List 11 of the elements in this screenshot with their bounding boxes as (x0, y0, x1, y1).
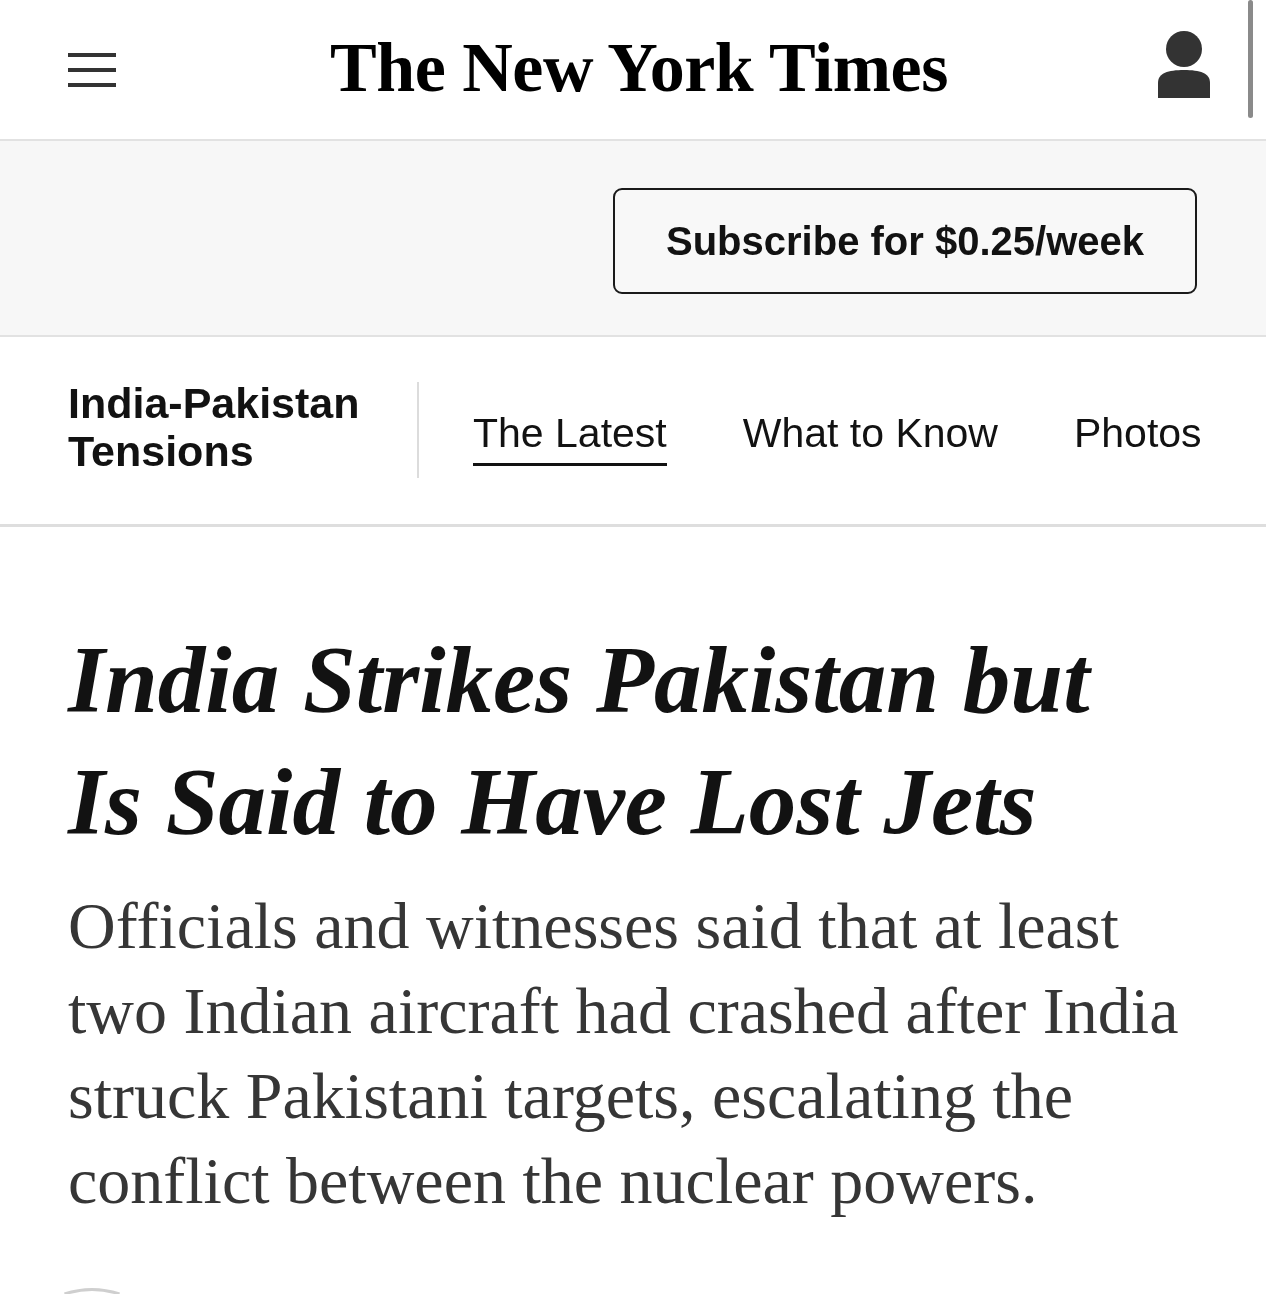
summary: Officials and witnesses said that at least two Indian aircraft had crashed after India struck Pakistani targets, escalating the conflict between the nuclear powers. (68, 888, 1180, 1219)
user-icon[interactable] (1158, 31, 1210, 98)
headline: India Strikes Pakistan but Is Said to Have Lost Jets (68, 626, 1093, 857)
section-tab[interactable]: The Latest (473, 409, 667, 466)
section-tab[interactable]: Photos (1073, 409, 1202, 466)
menu-icon[interactable] (68, 52, 116, 87)
section-tab[interactable]: What to Know (742, 409, 998, 466)
circle-outline-icon (63, 1287, 121, 1294)
section-title[interactable]: India-Pakistan Tensions (68, 379, 378, 475)
logo[interactable]: The New York Times (330, 32, 948, 103)
subscribe-button[interactable]: Subscribe for $0.25/week (613, 188, 1197, 294)
